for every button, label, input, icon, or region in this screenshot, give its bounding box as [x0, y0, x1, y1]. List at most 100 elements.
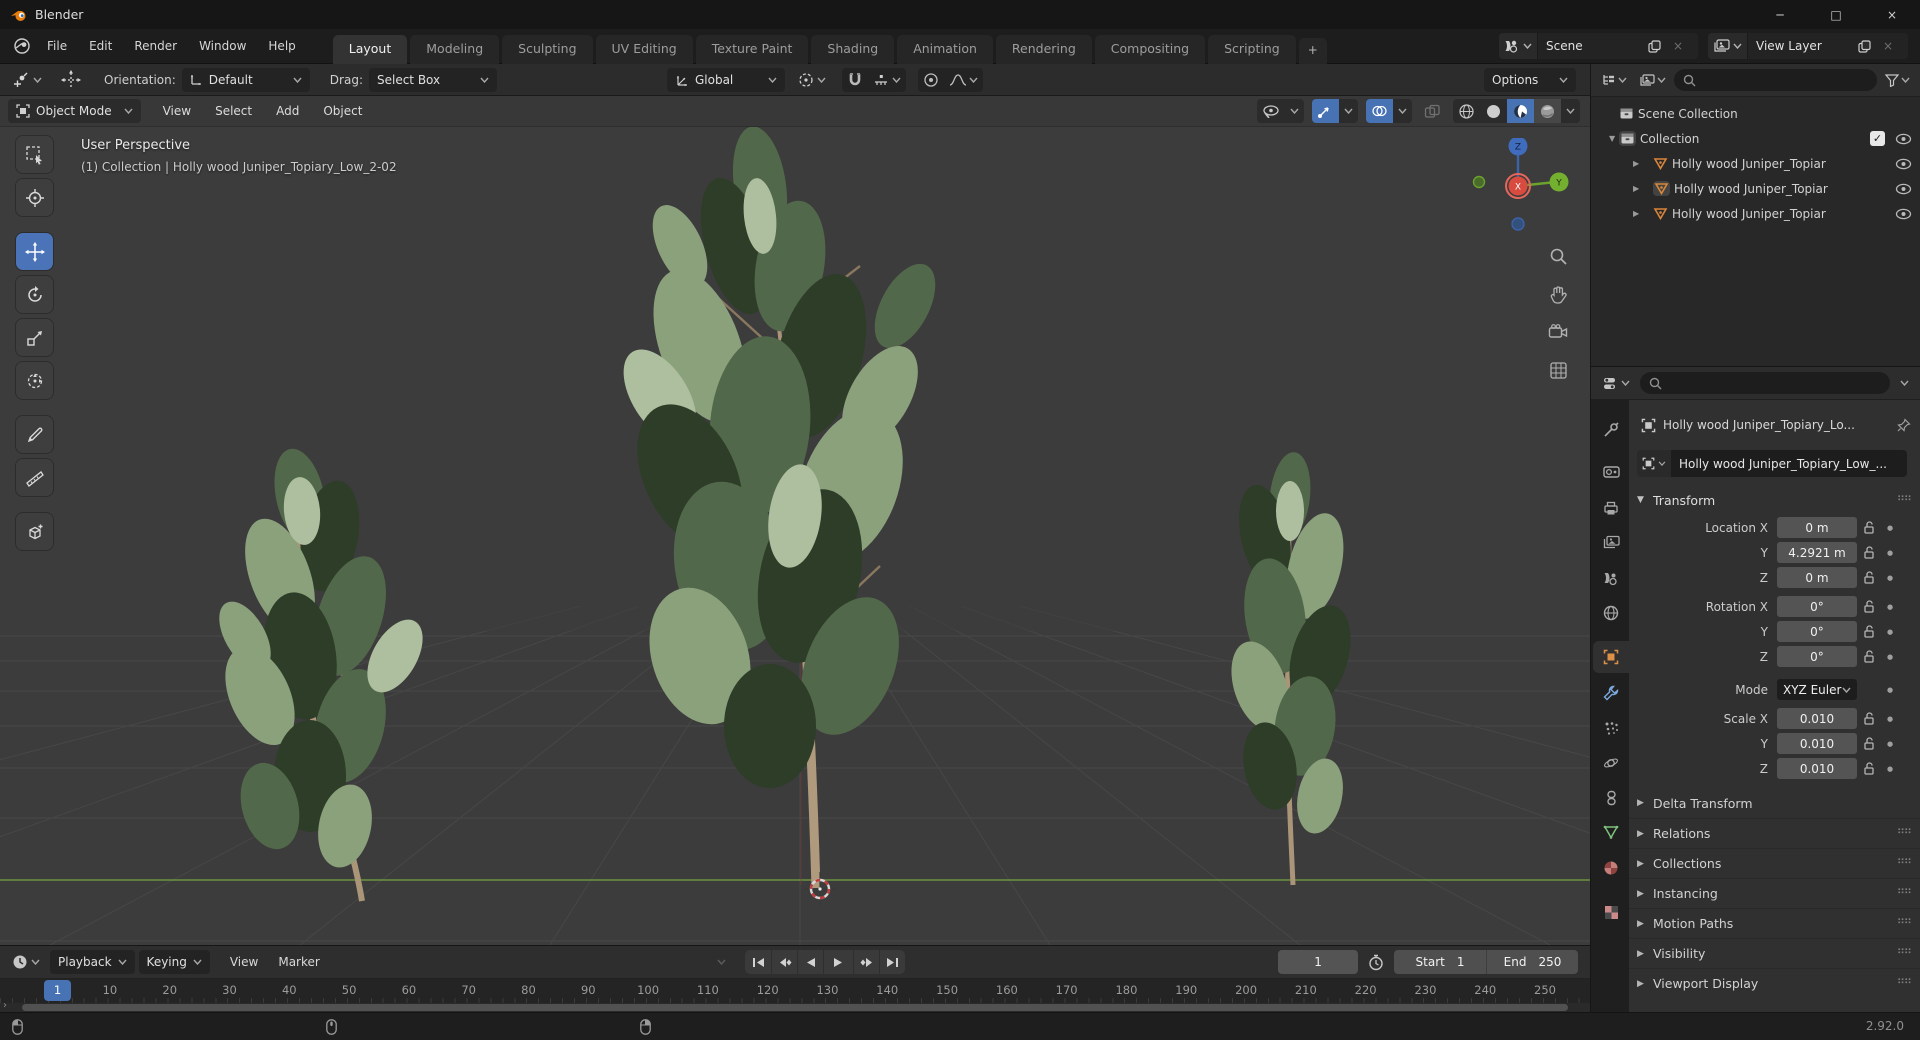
timeline-marker-menu[interactable]: Marker — [268, 951, 329, 973]
playback-menu[interactable]: Playback — [50, 950, 135, 974]
tab-material-icon[interactable] — [1593, 852, 1629, 884]
menu-edit[interactable]: Edit — [78, 35, 123, 57]
pan-view-icon[interactable] — [1543, 279, 1573, 309]
active-tool-button[interactable] — [8, 68, 46, 92]
navigation-gizmo[interactable]: Z Y X — [1470, 138, 1570, 233]
tab-scripting[interactable]: Scripting — [1208, 34, 1296, 64]
visibility-eye-icon[interactable] — [1257, 99, 1285, 123]
tool-rotate[interactable] — [16, 276, 53, 313]
overlays-settings-dropdown[interactable] — [1393, 99, 1412, 123]
jump-to-start-button[interactable] — [745, 950, 771, 974]
tab-view-layer-icon[interactable] — [1593, 526, 1629, 558]
keying-menu[interactable]: Keying — [138, 950, 210, 974]
auto-key-settings-dropdown[interactable] — [712, 950, 731, 974]
use-preview-range-icon[interactable] — [1364, 950, 1388, 974]
lock-icon[interactable] — [1857, 650, 1881, 663]
transform-panel-header[interactable]: ▼ Transform ⠛⠛ — [1629, 486, 1920, 514]
tab-layout[interactable]: Layout — [332, 34, 408, 64]
tab-shading[interactable]: Shading — [811, 34, 895, 64]
pin-icon[interactable] — [1897, 418, 1911, 432]
timeline-editor-type-dropdown[interactable] — [8, 950, 44, 974]
lock-icon[interactable] — [1857, 712, 1881, 725]
toggle-ortho-icon[interactable] — [1543, 355, 1573, 385]
tab-animation[interactable]: Animation — [897, 34, 993, 64]
rotation-x-field[interactable]: 0° — [1777, 596, 1857, 617]
object-visibility-dropdown[interactable] — [1257, 99, 1304, 123]
section-viewport-display[interactable]: ▶ Viewport Display ⠛⠛ — [1629, 968, 1920, 998]
section-delta-transform[interactable]: ▶ Delta Transform — [1629, 788, 1920, 818]
jump-to-end-button[interactable] — [879, 950, 905, 974]
tab-tool-icon[interactable] — [1593, 414, 1629, 446]
lock-icon[interactable] — [1857, 737, 1881, 750]
snap-toggle-icon[interactable] — [842, 68, 868, 92]
view-layer-name-field[interactable]: View Layer × — [1747, 33, 1908, 59]
end-frame-field[interactable]: End 250 — [1486, 950, 1579, 974]
lock-icon[interactable] — [1857, 762, 1881, 775]
tab-object-data-icon[interactable] — [1593, 816, 1629, 848]
properties-search-input[interactable] — [1640, 372, 1890, 394]
play-reverse-button[interactable] — [797, 950, 823, 974]
tab-modeling[interactable]: Modeling — [410, 34, 500, 64]
animate-dot[interactable]: ● — [1881, 549, 1899, 557]
tool-add-cube[interactable] — [16, 513, 53, 550]
shading-rendered-icon[interactable] — [1534, 99, 1561, 123]
shading-solid-icon[interactable] — [1480, 99, 1507, 123]
play-button[interactable] — [823, 950, 853, 974]
pivot-point-dropdown[interactable] — [793, 68, 830, 92]
orientation-dropdown[interactable]: Default — [181, 67, 310, 92]
tab-object-icon[interactable] — [1593, 641, 1629, 673]
tab-texture-paint[interactable]: Texture Paint — [695, 34, 809, 64]
outliner-filter-dropdown[interactable] — [1881, 68, 1914, 92]
viewport-3d[interactable]: Object Mode View Select Add Object User … — [0, 96, 1590, 945]
location-x-field[interactable]: 0 m — [1777, 517, 1857, 538]
tab-constraints-icon[interactable] — [1593, 782, 1629, 814]
outliner-row-object-3[interactable]: ▶ Holly wood Juniper_Topiar — [1591, 201, 1920, 226]
move-gizmo-icon[interactable] — [56, 68, 86, 92]
tab-physics-icon[interactable] — [1593, 747, 1629, 779]
tool-scale[interactable] — [16, 319, 53, 356]
menu-window[interactable]: Window — [188, 35, 257, 57]
rotation-mode-dropdown[interactable]: XYZ Euler — [1777, 679, 1857, 700]
tab-uv-editing[interactable]: UV Editing — [595, 34, 693, 64]
viewport-menu-add[interactable]: Add — [264, 100, 311, 122]
tab-world-icon[interactable] — [1593, 597, 1629, 629]
section-instancing[interactable]: ▶ Instancing ⠛⠛ — [1629, 878, 1920, 908]
tool-select-box[interactable] — [16, 136, 53, 173]
viewport-menu-view[interactable]: View — [151, 100, 203, 122]
animate-dot[interactable]: ● — [1881, 524, 1899, 532]
scene-icon[interactable] — [1499, 33, 1537, 59]
start-frame-field[interactable]: Start 1 — [1394, 950, 1487, 974]
outliner-row-collection[interactable]: ▼ Collection ✓ — [1591, 126, 1920, 151]
rotation-y-field[interactable]: 0° — [1777, 621, 1857, 642]
remove-view-layer-icon[interactable]: × — [1876, 33, 1900, 59]
eye-visibility-icon[interactable] — [1895, 208, 1912, 220]
outliner-display-mode-dropdown[interactable] — [1597, 68, 1631, 92]
tool-measure[interactable] — [16, 459, 53, 496]
eye-visibility-icon[interactable] — [1895, 133, 1912, 145]
properties-editor-type-dropdown[interactable] — [1599, 371, 1634, 395]
outliner-row-scene-collection[interactable]: Scene Collection — [1591, 101, 1920, 126]
animate-dot[interactable]: ● — [1881, 574, 1899, 582]
menu-help[interactable]: Help — [257, 35, 306, 57]
animate-dot[interactable]: ● — [1881, 653, 1899, 661]
close-button[interactable]: × — [1864, 0, 1920, 29]
lock-icon[interactable] — [1857, 546, 1881, 559]
zoom-view-icon[interactable] — [1543, 241, 1573, 271]
lock-icon[interactable] — [1857, 600, 1881, 613]
tab-rendering[interactable]: Rendering — [995, 34, 1092, 64]
unlink-scene-icon[interactable]: × — [1666, 33, 1690, 59]
location-y-field[interactable]: 4.2921 m — [1777, 542, 1857, 563]
menu-file[interactable]: File — [36, 35, 78, 57]
animate-dot[interactable]: ● — [1881, 603, 1899, 611]
eye-visibility-icon[interactable] — [1895, 158, 1912, 170]
tab-output-icon[interactable] — [1593, 492, 1629, 524]
properties-filter-dropdown[interactable] — [1896, 371, 1913, 395]
animate-dot[interactable]: ● — [1881, 765, 1899, 773]
tab-sculpting[interactable]: Sculpting — [502, 34, 593, 64]
scene-name-field[interactable]: Scene × — [1537, 33, 1698, 59]
shading-material-preview-icon[interactable] — [1507, 99, 1534, 123]
view-layer-icon[interactable] — [1708, 33, 1747, 59]
collapse-arrow-icon[interactable]: ▼ — [1599, 134, 1615, 143]
prev-keyframe-button[interactable] — [771, 950, 797, 974]
tool-annotate[interactable] — [16, 416, 53, 453]
